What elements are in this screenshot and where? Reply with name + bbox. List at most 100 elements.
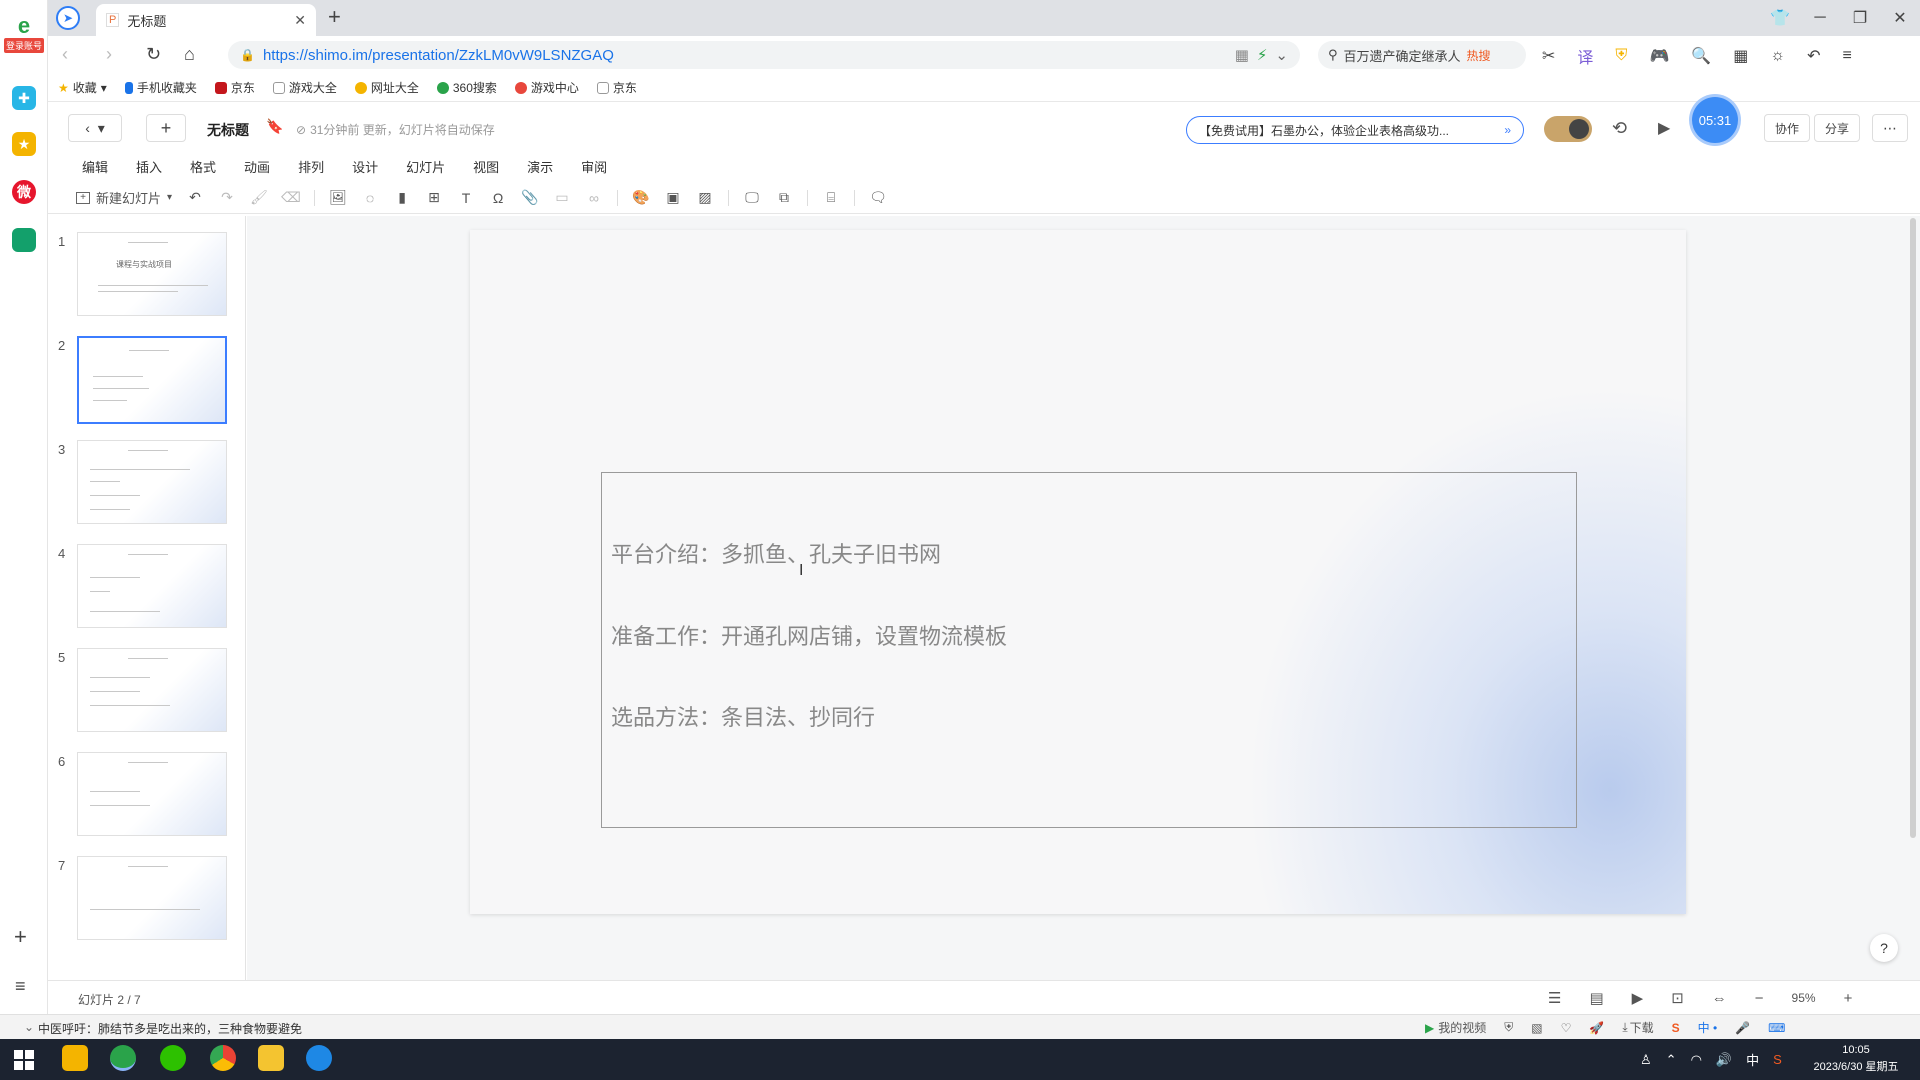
url-bar[interactable]: 🔒 https://shimo.im/presentation/ZzkLM0vW… xyxy=(228,41,1300,69)
chart-icon[interactable]: ▮ xyxy=(393,189,411,207)
menu-animation[interactable]: 动画 xyxy=(244,157,270,176)
url-text[interactable]: https://shimo.im/presentation/ZzkLM0vW9L… xyxy=(263,47,614,64)
textbox-icon[interactable]: T xyxy=(457,189,475,207)
background-icon[interactable]: ▨ xyxy=(696,189,714,207)
star-app-icon[interactable]: ★ xyxy=(12,132,36,156)
menu-present[interactable]: 演示 xyxy=(527,157,553,176)
restore-icon[interactable]: ❐ xyxy=(1840,0,1880,36)
menu-review[interactable]: 审阅 xyxy=(581,157,607,176)
menu-icon[interactable]: ≡ xyxy=(15,976,26,997)
bookmark-mobile[interactable]: 手机收藏夹 xyxy=(124,79,197,96)
new-slide-button[interactable]: + 新建幻灯片 ▾ xyxy=(76,188,172,207)
keyboard-icon[interactable]: ⌨ xyxy=(1768,1021,1785,1035)
theme-icon[interactable]: 🎨 xyxy=(632,189,650,207)
present-icon[interactable]: 🖵 xyxy=(743,189,761,207)
person-icon[interactable]: ♙ xyxy=(1640,1052,1652,1068)
brightness-icon[interactable]: ☼ xyxy=(1770,47,1785,65)
slide-thumbnail-5[interactable] xyxy=(77,648,227,732)
transition-icon[interactable]: ⧉ xyxy=(775,189,793,207)
minimize-icon[interactable]: ─ xyxy=(1800,0,1840,36)
menu-design[interactable]: 设计 xyxy=(352,157,378,176)
slide-thumbnail-7[interactable] xyxy=(77,856,227,940)
network-icon[interactable]: ◠ xyxy=(1691,1052,1702,1068)
comment-view-icon[interactable]: ▤ xyxy=(1589,989,1603,1007)
bookmark-360[interactable]: 360搜索 xyxy=(436,79,497,96)
scrollbar[interactable] xyxy=(1910,218,1916,838)
slide-line-2[interactable]: 准备工作：开通孔网店铺，设置物流模板 xyxy=(611,619,1007,651)
forward-icon[interactable]: › xyxy=(106,44,112,65)
promo-banner[interactable]: 【免费试用】石墨办公，体验企业表格高级功... » xyxy=(1186,116,1524,144)
heart-icon[interactable]: ♡ xyxy=(1561,1021,1572,1035)
edge-task-icon[interactable] xyxy=(306,1045,332,1071)
link-icon[interactable]: ∞ xyxy=(585,189,603,207)
bookmark-doc-icon[interactable]: 🔖 xyxy=(266,118,283,135)
game-icon[interactable]: 🎮 xyxy=(1649,46,1669,66)
shield-icon[interactable]: ⛨ xyxy=(1504,1020,1513,1035)
clock[interactable]: 10:05 2023/6/30 星期五 xyxy=(1806,1042,1906,1076)
image-icon[interactable]: 🖼 xyxy=(329,189,347,207)
help-button[interactable]: ? xyxy=(1870,934,1898,962)
green-app-icon[interactable] xyxy=(12,228,36,252)
search-input[interactable]: 百万遗产确定继承人 xyxy=(1344,46,1461,65)
browser-360-task-icon[interactable] xyxy=(110,1045,136,1071)
plus-app-icon[interactable]: ✚ xyxy=(12,86,36,110)
bookmark-jd[interactable]: 京东 xyxy=(214,79,255,96)
slide-thumbnail-6[interactable] xyxy=(77,752,227,836)
new-doc-button[interactable]: + xyxy=(146,114,186,142)
avatar-toggle[interactable] xyxy=(1544,116,1592,142)
login-badge[interactable]: 登录账号 xyxy=(4,38,45,53)
ime-indicator[interactable]: 中 xyxy=(1746,1050,1759,1069)
scissors-icon[interactable]: ✂ xyxy=(1542,46,1555,66)
chrome-task-icon[interactable] xyxy=(210,1045,236,1071)
explorer-task-icon[interactable] xyxy=(258,1045,284,1071)
share-button[interactable]: 分享 xyxy=(1814,114,1860,142)
slide-thumbnail-1[interactable]: 课程与实战项目 xyxy=(77,232,227,316)
menu-edit[interactable]: 编辑 xyxy=(82,157,108,176)
news-text[interactable]: 中医呼吁：肺结节多是吃出来的，三种食物要避免 xyxy=(38,1020,302,1037)
fit-screen-icon[interactable]: ⊡ xyxy=(1671,989,1684,1007)
browser-menu-icon[interactable]: ≡ xyxy=(1842,47,1851,65)
home-icon[interactable]: ⌂ xyxy=(184,44,195,65)
volume-icon[interactable]: 🔊 xyxy=(1716,1052,1732,1068)
grid-icon[interactable]: ▦ xyxy=(1733,46,1748,66)
search-box[interactable]: ⚲ 百万遗产确定继承人 热搜 xyxy=(1318,41,1526,69)
download-button[interactable]: ⤓ 下载 xyxy=(1622,1019,1653,1036)
windows-start-icon[interactable] xyxy=(14,1050,34,1070)
timer-badge[interactable]: 05:31 xyxy=(1692,97,1738,143)
reload-icon[interactable]: ↻ xyxy=(146,44,161,65)
attachment-icon[interactable]: 📎 xyxy=(521,189,539,207)
my-video-button[interactable]: ▶ 我的视频 xyxy=(1425,1019,1486,1036)
fit-width-icon[interactable]: ⇔ xyxy=(1712,990,1727,1007)
lightning-icon[interactable]: ⚡ xyxy=(1257,46,1268,64)
history-icon[interactable]: ⟲ xyxy=(1612,118,1627,139)
sogou-icon[interactable]: S xyxy=(1672,1021,1680,1035)
mic-icon[interactable]: 🎤 xyxy=(1735,1021,1750,1035)
slide-thumbnail-3[interactable] xyxy=(77,440,227,524)
slide-thumbnail-4[interactable] xyxy=(77,544,227,628)
menu-format[interactable]: 格式 xyxy=(190,157,216,176)
undo-icon[interactable]: ↶ xyxy=(186,189,204,207)
menu-view[interactable]: 视图 xyxy=(473,157,499,176)
bookmark-jd-2[interactable]: 京东 xyxy=(596,79,637,96)
chevron-down-icon[interactable]: ⌄ xyxy=(1275,46,1300,64)
bookmark-favorites[interactable]: ★ 收藏 ▾ xyxy=(58,79,107,96)
browser-logo[interactable]: e 登录账号 xyxy=(4,14,45,54)
chevron-down-icon[interactable]: ⌄ xyxy=(24,1020,34,1034)
menu-insert[interactable]: 插入 xyxy=(136,157,162,176)
table-icon[interactable]: ⊞ xyxy=(425,189,443,207)
back-nav-button[interactable]: ‹ ▾ xyxy=(68,114,122,142)
weibo-icon[interactable]: 微 xyxy=(12,180,36,204)
bookmark-games[interactable]: 游戏大全 xyxy=(272,79,337,96)
close-window-icon[interactable]: ✕ xyxy=(1880,0,1920,36)
tray-up-icon[interactable]: ⌃ xyxy=(1666,1052,1677,1068)
tab-close-icon[interactable]: ✕ xyxy=(294,12,306,29)
bookmark-game-center[interactable]: 游戏中心 xyxy=(514,79,579,96)
wechat-task-icon[interactable] xyxy=(160,1045,186,1071)
slide-line-3[interactable]: 选品方法：条目法、抄同行 xyxy=(611,700,875,732)
sogou-tray-icon[interactable]: S xyxy=(1773,1052,1782,1067)
comment-icon[interactable]: 🗨 xyxy=(869,189,887,207)
collab-button[interactable]: 协作 xyxy=(1764,114,1810,142)
navigation-icon[interactable]: ➤ xyxy=(56,6,80,30)
shirt-icon[interactable]: 👕 xyxy=(1760,0,1800,36)
zoom-level[interactable]: 95% xyxy=(1792,991,1816,1005)
